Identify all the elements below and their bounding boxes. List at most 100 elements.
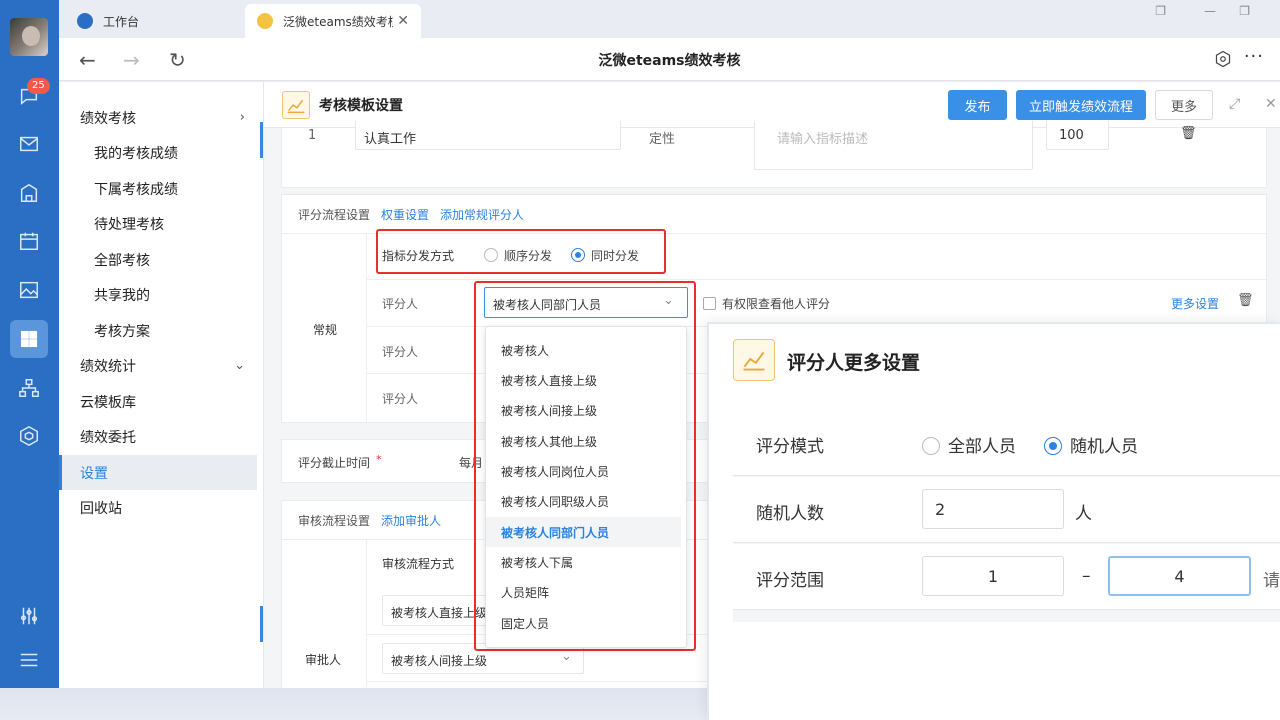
add-approver-link[interactable]: 添加审批人 [381, 512, 441, 529]
image-icon[interactable] [17, 278, 41, 302]
sidebar-item-all[interactable]: 全部考核 [59, 242, 257, 277]
random-members-radio[interactable]: 随机人员 [1044, 432, 1138, 457]
dropdown-option[interactable]: 被考核人下属 [486, 547, 681, 577]
range-min-value: 1 [987, 566, 999, 586]
sliders-icon[interactable] [17, 604, 41, 628]
close-icon[interactable]: ✕ [1265, 96, 1277, 112]
required-mark: * [376, 453, 382, 466]
chevron-down-icon: ⌄ [234, 358, 245, 373]
sidebar-item-pending[interactable]: 待处理考核 [59, 206, 257, 241]
mail-icon[interactable] [17, 132, 41, 156]
indicator-weight-field[interactable]: 100 [1046, 120, 1109, 150]
avatar[interactable] [10, 18, 48, 56]
sidebar-item-label: 全部考核 [94, 252, 150, 269]
sidebar-item-settings[interactable]: 设置 [59, 455, 257, 490]
rater-more-settings-dialog: 评分人更多设置 评分模式 全部人员 随机人员 随机人数 2 人 评分范围 1 –… [707, 322, 1280, 720]
menu-icon[interactable] [17, 648, 41, 672]
chevron-down-icon: ⌄ [561, 649, 572, 664]
dropdown-option[interactable]: 被考核人其他上级 [486, 426, 681, 456]
sidebar-item-label: 共享我的 [94, 287, 150, 304]
radio-label: 全部人员 [948, 437, 1016, 457]
count-unit: 人 [1075, 504, 1092, 524]
tab-performance[interactable]: 泛微eteams绩效考核 ✕ [245, 4, 421, 38]
rater-label: 评分人 [382, 297, 419, 311]
rater-label: 评分人 [382, 392, 419, 406]
sidebar-item-label: 云模板库 [80, 394, 136, 411]
sidebar-item-label: 设置 [80, 465, 108, 482]
dropdown-option[interactable]: 被考核人间接上级 [486, 395, 681, 425]
sidebar-item-my-scores[interactable]: 我的考核成绩 [59, 135, 257, 170]
dropdown-option[interactable]: 被考核人同岗位人员 [486, 456, 681, 486]
dropdown-option[interactable]: 固定人员 [486, 608, 681, 638]
random-count-input[interactable]: 2 [922, 489, 1064, 529]
radio-label: 随机人员 [1070, 437, 1138, 457]
sidebar-item-label: 绩效统计 [80, 358, 136, 375]
trigger-process-button[interactable]: 立即触发绩效流程 [1016, 90, 1146, 120]
close-icon[interactable]: ✕ [397, 13, 409, 29]
scoring-section-title: 评分流程设置 [298, 208, 371, 222]
dropdown-option-selected[interactable]: 被考核人同部门人员 [486, 517, 681, 547]
random-count-row: 随机人数 2 人 [733, 477, 1280, 543]
page-title: 泛微eteams绩效考核 [598, 53, 741, 69]
range-max-input[interactable]: 4 [1108, 556, 1251, 596]
more-button[interactable]: 更多 [1155, 90, 1213, 120]
minimize-icon[interactable]: — [1204, 4, 1216, 18]
browser-tab-bar: 工作台 泛微eteams绩效考核 ✕ ❐ — ❐ [59, 0, 1280, 38]
range-hint: 请 [1263, 571, 1280, 591]
restore-icon[interactable]: ❐ [1155, 4, 1166, 18]
indicator-name-field[interactable]: 认真工作 [355, 120, 621, 150]
sidebar-item-subordinate-scores[interactable]: 下属考核成绩 [59, 171, 257, 206]
radio-checked-icon [1044, 437, 1062, 455]
indicator-name-value: 认真工作 [364, 132, 417, 147]
dropdown-option[interactable]: 被考核人直接上级 [486, 365, 681, 395]
range-max-value: 4 [1174, 566, 1185, 586]
indicator-row: 1 认真工作 定性 请输入指标描述 100 🗑 [281, 120, 1267, 188]
sidebar-item-label: 绩效考核 [80, 110, 136, 127]
page-header-title: 考核模板设置 [319, 98, 403, 114]
sidebar-item-shared[interactable]: 共享我的 [59, 277, 257, 312]
more-settings-link[interactable]: 更多设置 [1171, 295, 1219, 312]
range-min-input[interactable]: 1 [922, 556, 1064, 596]
sidebar-item-recycle-bin[interactable]: 回收站 [59, 490, 257, 525]
all-members-radio[interactable]: 全部人员 [922, 432, 1016, 457]
sidebar-item-label: 考核方案 [94, 323, 150, 340]
indicator-type: 定性 [649, 132, 676, 147]
trash-icon[interactable]: 🗑 [1237, 293, 1254, 308]
indicator-desc-field[interactable]: 请输入指标描述 [754, 120, 1033, 170]
approval-method-label: 审核流程方式 [382, 557, 455, 571]
maximize-icon[interactable]: ❐ [1239, 4, 1250, 18]
org-chart-icon[interactable] [17, 376, 41, 400]
checkbox-icon [703, 297, 716, 310]
cube-icon[interactable] [17, 424, 41, 448]
sidebar-item-label: 下属考核成绩 [94, 181, 178, 198]
tab-workbench[interactable]: 工作台 [77, 4, 139, 38]
sidebar-item-delegation[interactable]: 绩效委托 [59, 419, 257, 454]
view-others-checkbox[interactable]: 有权限查看他人评分 [703, 295, 830, 312]
expand-icon[interactable]: ⤢ [1229, 96, 1240, 112]
dropdown-option[interactable]: 被考核人 [486, 335, 681, 365]
scrollbar-thumb[interactable] [260, 606, 263, 642]
sidebar-item-plans[interactable]: 考核方案 [59, 313, 257, 348]
calendar-icon[interactable] [17, 229, 41, 253]
sidebar-item-cloud-templates[interactable]: 云模板库 [59, 384, 257, 419]
more-icon[interactable]: ··· [1244, 46, 1264, 67]
publish-button[interactable]: 发布 [948, 90, 1007, 120]
trash-icon[interactable]: 🗑 [1180, 126, 1197, 141]
add-rater-link[interactable]: 添加常规评分人 [440, 206, 524, 223]
browser-toolbar: ← → ↻ 泛微eteams绩效考核 ··· [59, 38, 1280, 81]
approver-select-value: 被考核人间接上级 [391, 654, 488, 668]
settings-icon[interactable] [1214, 50, 1232, 68]
apps-icon[interactable] [10, 320, 48, 358]
tab-label: 工作台 [103, 14, 140, 29]
dropdown-option[interactable]: 被考核人同职级人员 [486, 486, 681, 516]
radio-icon [922, 437, 940, 455]
sidebar-item-performance[interactable]: 绩效考核 › [59, 100, 257, 135]
building-icon[interactable] [17, 181, 41, 205]
random-count-label: 随机人数 [756, 504, 824, 524]
checkbox-label: 有权限查看他人评分 [722, 297, 831, 311]
sidebar-item-stats[interactable]: 绩效统计 ⌄ [59, 348, 257, 383]
dropdown-option[interactable]: 人员矩阵 [486, 577, 681, 607]
sidebar-item-label: 我的考核成绩 [94, 145, 178, 162]
scrollbar-thumb[interactable] [260, 122, 263, 158]
weight-settings-link[interactable]: 权重设置 [381, 206, 429, 223]
